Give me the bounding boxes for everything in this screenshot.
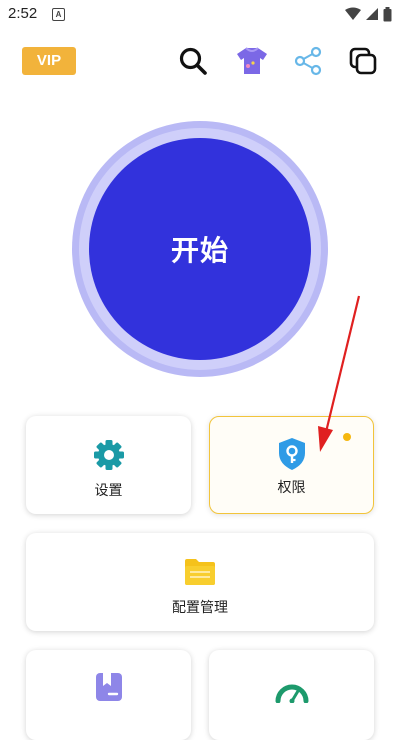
settings-card[interactable]: 设置 — [26, 416, 191, 514]
bottom-right-icon-wrap — [275, 674, 309, 708]
theme-shirt-icon — [237, 47, 267, 74]
config-manager-card[interactable]: 配置管理 — [26, 533, 374, 631]
config-manager-label: 配置管理 — [172, 600, 228, 616]
a-icon: A — [52, 8, 65, 21]
gear-icon — [93, 440, 124, 470]
bottom-left-icon-wrap — [95, 670, 123, 704]
status-bar: 2:52 A — [0, 0, 400, 28]
permissions-icon-wrap — [277, 437, 307, 471]
config-manager-icon-wrap — [184, 555, 216, 589]
search-button[interactable] — [176, 44, 210, 78]
permissions-card[interactable]: 权限 — [209, 416, 374, 514]
signal-icon — [366, 8, 378, 20]
copy-icon — [349, 47, 377, 75]
share-icon — [294, 46, 322, 76]
share-button[interactable] — [291, 44, 325, 78]
start-button-label: 开始 — [170, 234, 229, 267]
bookmark-box-icon — [95, 673, 122, 701]
folder-icon — [185, 559, 215, 585]
bottom-left-card[interactable] — [26, 650, 191, 740]
speedometer-icon — [275, 684, 308, 703]
status-indicators — [345, 6, 392, 22]
notification-dot — [343, 433, 351, 441]
bottom-right-card[interactable] — [209, 650, 374, 740]
status-time: 2:52 — [8, 5, 38, 22]
shield-key-icon — [278, 438, 305, 470]
settings-label: 设置 — [94, 483, 123, 499]
start-button[interactable]: 开始 — [89, 138, 311, 360]
copy-button[interactable] — [346, 44, 380, 78]
theme-button[interactable] — [235, 44, 269, 78]
battery-icon — [383, 6, 392, 21]
vip-button[interactable]: VIP — [22, 47, 76, 75]
settings-icon-wrap — [92, 438, 126, 472]
top-toolbar: VIP — [0, 40, 400, 84]
permissions-label: 权限 — [277, 480, 306, 496]
wifi-icon — [345, 7, 361, 20]
search-icon — [179, 47, 207, 75]
